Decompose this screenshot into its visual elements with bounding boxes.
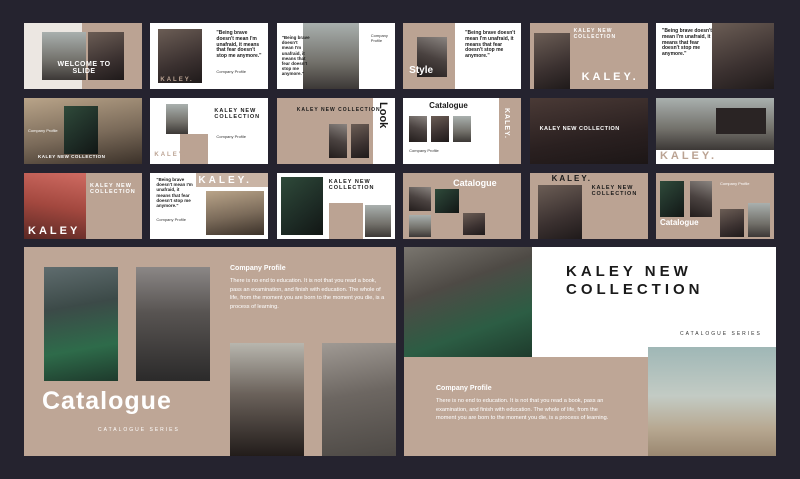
thumb-title: KALEY NEW COLLECTION bbox=[328, 179, 375, 192]
slide-thumbnail[interactable]: Style "Being brave doesn't mean I'm unaf… bbox=[403, 23, 522, 89]
model-photo-beach bbox=[648, 347, 776, 456]
thumb-label: Company Profile bbox=[216, 69, 246, 74]
thumb-quote: "Being brave doesn't mean I'm unafraid, … bbox=[465, 30, 516, 59]
thumb-logo: KALEY. bbox=[160, 77, 194, 83]
thumb-title: KALEY NEW COLLECTION bbox=[573, 28, 617, 40]
company-profile-body: There is no end to education. It is not … bbox=[230, 278, 385, 310]
thumb-label: Company Profile bbox=[156, 217, 186, 222]
slide-thumbnail[interactable]: "Being brave doesn't mean I'm unafraid, … bbox=[655, 23, 774, 89]
thumb-title: KALEY NEW COLLECTION bbox=[296, 107, 381, 113]
slide-thumbnail[interactable]: WELCOME TO SLIDE bbox=[24, 23, 142, 89]
model-photo-coat bbox=[230, 343, 304, 456]
slide-thumbnail[interactable]: KALEY NEW COLLECTION KALEY bbox=[24, 173, 142, 239]
collection-slide[interactable]: KALEY NEW COLLECTION CATALOGUE SERIES Co… bbox=[404, 247, 776, 456]
thumb-side-text: Look bbox=[376, 102, 389, 129]
slide-thumbnail[interactable]: KALEY. bbox=[655, 98, 774, 164]
collection-subtitle: CATALOGUE SERIES bbox=[680, 331, 762, 337]
company-profile-heading: Company Profile bbox=[230, 265, 286, 272]
thumb-logo: KALEY bbox=[28, 225, 81, 237]
model-photo-sweater bbox=[322, 343, 396, 456]
thumb-logo: KALEY. bbox=[154, 152, 188, 158]
slide-thumbnail[interactable]: KALEY. KALEY NEW COLLECTION Company Prof… bbox=[150, 98, 269, 164]
thumb-title: Style bbox=[409, 65, 434, 76]
company-profile-body: There is no end to education. It is not … bbox=[436, 398, 609, 422]
catalogue-slide[interactable]: Company Profile There is no end to educa… bbox=[24, 247, 396, 456]
thumb-logo: KALEY. bbox=[659, 150, 718, 162]
thumb-title: KALEY NEW COLLECTION bbox=[38, 154, 106, 159]
collection-title-line2: COLLECTION bbox=[566, 281, 704, 298]
thumb-label: Company Profile bbox=[28, 128, 58, 133]
slide-thumbnail[interactable]: "Being brave doesn't mean I'm unafraid, … bbox=[150, 173, 269, 239]
thumb-title: Catalogue bbox=[453, 178, 497, 188]
catalogue-title: Catalogue bbox=[42, 387, 172, 415]
thumb-title: KALEY NEW COLLECTION bbox=[90, 183, 136, 196]
thumb-label: Company Profile bbox=[719, 181, 750, 186]
thumb-label: Company Profile bbox=[216, 134, 246, 139]
company-profile-heading: Company Profile bbox=[436, 385, 492, 392]
thumb-title: KALEY NEW COLLECTION bbox=[539, 126, 620, 132]
thumb-title: WELCOME TO SLIDE bbox=[57, 61, 111, 76]
thumb-logo: KALEY. bbox=[581, 71, 639, 83]
thumbnail-grid: WELCOME TO SLIDE "Being brave doesn't me… bbox=[24, 23, 774, 239]
slide-thumbnail[interactable]: Catalogue Company Profile bbox=[655, 173, 774, 239]
slide-thumbnail[interactable]: KALEY. KALEY NEW COLLECTION bbox=[529, 173, 648, 239]
thumb-label: Company Profile bbox=[409, 148, 439, 153]
model-photo-fence bbox=[404, 247, 532, 357]
thumb-title: Catalogue bbox=[429, 101, 468, 110]
slide-thumbnail[interactable]: KALEY NEW COLLECTION Look bbox=[276, 98, 395, 164]
thumb-title: Catalogue bbox=[659, 218, 699, 227]
slide-thumbnail[interactable]: "Being brave doesn't mean I'm unafraid, … bbox=[276, 23, 395, 89]
thumb-quote: "Being brave doesn't mean I'm unafraid, … bbox=[216, 30, 262, 59]
slide-thumbnail[interactable]: "Being brave doesn't mean I'm unafraid, … bbox=[150, 23, 269, 89]
catalogue-subtitle: CATALOGUE SERIES bbox=[98, 427, 180, 433]
model-photo-belt bbox=[136, 267, 210, 381]
model-photo-green bbox=[44, 267, 118, 381]
slide-thumbnail[interactable]: Catalogue Company Profile KALEY. bbox=[403, 98, 522, 164]
thumb-label: Company Profile bbox=[370, 33, 388, 43]
thumb-quote: "Being brave doesn't mean I'm unafraid, … bbox=[281, 35, 310, 77]
thumb-logo: KALEY. bbox=[551, 174, 593, 183]
slide-thumbnail[interactable]: KALEY NEW COLLECTION bbox=[276, 173, 395, 239]
thumb-title: KALEY NEW COLLECTION bbox=[214, 108, 261, 121]
slide-thumbnail[interactable]: KALEY NEW COLLECTION bbox=[529, 98, 648, 164]
thumb-side-text: KALEY. bbox=[503, 108, 511, 139]
slide-thumbnail[interactable]: KALEY NEW COLLECTION KALEY. bbox=[529, 23, 648, 89]
slide-thumbnail[interactable]: Catalogue bbox=[403, 173, 522, 239]
collection-title-line1: KALEY NEW bbox=[566, 263, 692, 280]
thumb-quote: "Being brave doesn't mean I'm unafraid, … bbox=[156, 177, 193, 208]
slide-thumbnail[interactable]: Company Profile KALEY NEW COLLECTION bbox=[24, 98, 142, 164]
thumb-title: KALEY NEW COLLECTION bbox=[591, 185, 638, 198]
thumb-logo: KALEY. bbox=[198, 175, 252, 186]
thumb-quote: "Being brave doesn't mean I'm unafraid, … bbox=[661, 28, 712, 57]
